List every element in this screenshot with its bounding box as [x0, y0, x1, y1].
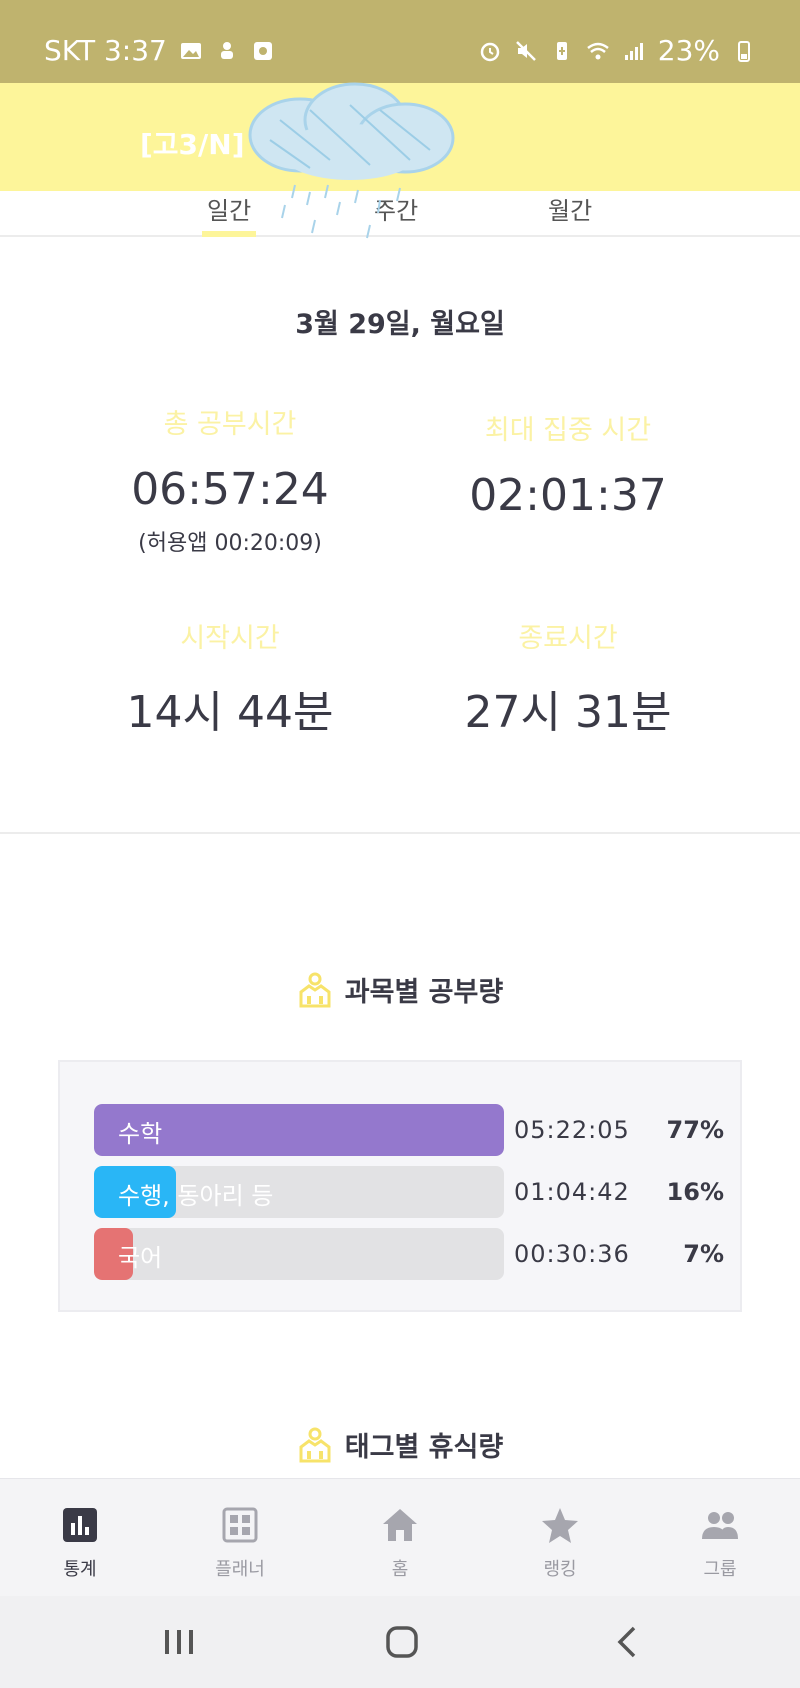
status-right: 23%	[478, 34, 756, 67]
alarm-icon	[480, 42, 500, 61]
rest-section-title: 태그별 휴식량	[344, 1432, 504, 1463]
subject-bar-track: 수학	[94, 1104, 504, 1156]
subject-name: 수학	[118, 1120, 163, 1148]
nav-ranking-label: 랭킹	[543, 1559, 577, 1580]
subject-bar-track: 수행, 동아리 등	[94, 1166, 504, 1218]
subjects-section-title: 과목별 공부량	[344, 977, 504, 1008]
battery-saver-icon	[556, 41, 567, 60]
planner-icon	[222, 1507, 258, 1543]
bottom-navigation: 통계 플래너 홈 랭킹 그룹	[0, 1478, 800, 1596]
back-icon[interactable]	[604, 1618, 652, 1666]
hand-icon	[220, 41, 233, 59]
nav-home[interactable]: 홈	[320, 1479, 480, 1597]
battery-percent: 23%	[657, 34, 720, 67]
nav-stats[interactable]: 통계	[0, 1479, 160, 1597]
stats-icon	[63, 1508, 97, 1542]
recent-apps-icon[interactable]	[155, 1618, 203, 1666]
max-focus-label: 최대 집중 시간	[484, 415, 652, 446]
end-time-label: 종료시간	[518, 623, 618, 654]
subject-time: 00:30:36	[514, 1240, 630, 1268]
system-navigation	[0, 1596, 800, 1688]
allowed-app-time: (허용앱 00:20:09)	[138, 531, 322, 556]
subject-row[interactable]: 수학 05:22:05 77%	[94, 1104, 734, 1156]
subject-name: 수행, 동아리 등	[118, 1182, 274, 1210]
group-title: [고3/N]	[140, 128, 245, 161]
home-button-icon[interactable]	[378, 1618, 426, 1666]
nav-home-label: 홈	[391, 1559, 409, 1580]
gallery-icon	[180, 42, 201, 59]
subject-bar-track: 국어	[94, 1228, 504, 1280]
max-focus-value: 02:01:37	[469, 470, 667, 521]
scribble-cloud-icon	[248, 82, 455, 239]
nav-ranking[interactable]: 랭킹	[480, 1479, 640, 1597]
subject-row[interactable]: 수행, 동아리 등 01:04:42 16%	[94, 1166, 734, 1218]
wifi-icon	[586, 42, 609, 59]
tab-monthly[interactable]: 월간	[548, 191, 592, 235]
subjects-card: 수학 05:22:05 77% 수행, 동아리 등 01:04:42 16% 국…	[58, 1060, 742, 1312]
media-icon	[253, 41, 272, 60]
chart-building-icon	[299, 1427, 331, 1462]
subject-time: 01:04:42	[514, 1178, 630, 1206]
group-icon	[702, 1512, 738, 1539]
chart-building-icon	[299, 972, 331, 1007]
total-study-value: 06:57:24	[131, 464, 329, 515]
home-icon	[383, 1509, 417, 1541]
rest-section-header: 태그별 휴식량	[0, 1425, 800, 1464]
subject-percent: 16%	[666, 1178, 724, 1206]
subject-time: 05:22:05	[514, 1116, 630, 1144]
end-time-value: 27시 31분	[464, 687, 672, 738]
nav-stats-label: 통계	[63, 1559, 97, 1580]
signal-icon	[624, 42, 643, 60]
subject-percent: 7%	[683, 1240, 724, 1268]
start-time-label: 시작시간	[180, 623, 280, 654]
subject-percent: 77%	[666, 1116, 724, 1144]
total-study-label: 총 공부시간	[163, 409, 297, 440]
status-bar: SKT 3:37 23%	[0, 0, 800, 83]
subjects-section-header: 과목별 공부량	[0, 970, 800, 1009]
status-left: SKT 3:37	[44, 34, 275, 67]
section-divider	[0, 832, 800, 834]
start-time-value: 14시 44분	[126, 687, 334, 738]
nav-group-label: 그룹	[703, 1559, 737, 1580]
subject-row[interactable]: 국어 00:30:36 7%	[94, 1228, 734, 1280]
selected-date: 3월 29일, 월요일	[295, 309, 505, 340]
battery-icon	[738, 40, 750, 62]
mute-icon	[515, 40, 536, 61]
subject-name: 국어	[118, 1244, 163, 1272]
nav-planner[interactable]: 플래너	[160, 1479, 320, 1597]
star-icon	[542, 1508, 578, 1543]
nav-planner-label: 플래너	[215, 1559, 265, 1580]
carrier-time: SKT 3:37	[44, 34, 167, 67]
nav-group[interactable]: 그룹	[640, 1479, 800, 1597]
